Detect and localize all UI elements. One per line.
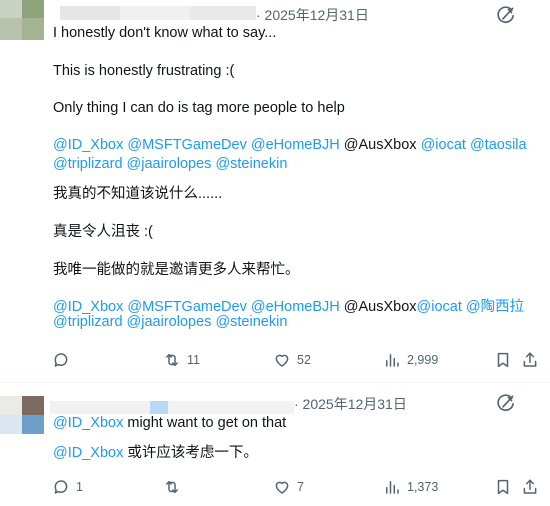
tweet-text-line: @ID_Xbox 或许应该考虑一下。 (53, 441, 258, 462)
reply-button[interactable]: 1 (52, 475, 83, 499)
views-count: 2,999 (407, 353, 439, 367)
mention-link[interactable]: @ID_Xbox (53, 299, 123, 315)
reply-count: 1 (76, 480, 83, 494)
mention-link[interactable]: @ID_Xbox (53, 415, 123, 431)
mention-link[interactable]: @triplizard (53, 156, 123, 172)
retweet-button[interactable]: 11 (163, 348, 200, 372)
avatar-blurred[interactable] (0, 0, 44, 40)
mention-link[interactable]: @MSFTGameDev (127, 137, 246, 153)
mentions-line: @ID_Xbox @MSFTGameDev @eHomeBJH @AusXbox… (53, 137, 527, 153)
tweet-action-bar: 1 7 1,373 (0, 475, 550, 499)
tweet-divider (0, 382, 550, 383)
tweet-text-line: Only thing I can do is tag more people t… (53, 100, 345, 116)
mention-text: @AusXbox (343, 299, 417, 315)
retweet-icon (163, 478, 181, 496)
tweet-text-line: This is honestly frustrating :( (53, 63, 235, 79)
like-icon (273, 478, 291, 496)
share-icon (521, 351, 539, 369)
mention-link[interactable]: @jaairolopes (127, 314, 212, 330)
retweet-button[interactable] (163, 475, 187, 499)
avatar-blurred[interactable] (0, 396, 44, 434)
reply-icon (52, 351, 70, 369)
reply-text: 或许应该考虑一下。 (123, 445, 258, 461)
tweet-text-line: 真是令人沮丧 :( (53, 224, 153, 240)
mention-link[interactable]: @eHomeBJH (251, 299, 340, 315)
tweet-action-bar: 11 52 2,999 (0, 348, 550, 372)
views-button[interactable]: 2,999 (383, 348, 438, 372)
mentions-line: @triplizard @jaairolopes @steinekin (53, 314, 287, 330)
grok-icon[interactable] (496, 5, 516, 25)
display-name-blurred[interactable] (60, 4, 256, 24)
mention-link[interactable]: @jaairolopes (127, 156, 212, 172)
mentions-line: @ID_Xbox @MSFTGameDev @eHomeBJH @AusXbox… (53, 295, 524, 316)
share-icon (521, 478, 539, 496)
mentions-line: @triplizard @jaairolopes @steinekin (53, 156, 287, 172)
like-count: 7 (297, 480, 304, 494)
grok-icon[interactable] (496, 393, 516, 413)
tweet-text-line: @ID_Xbox might want to get on that (53, 415, 286, 431)
mention-link[interactable]: @triplizard (53, 314, 123, 330)
views-icon (383, 351, 401, 369)
like-button[interactable]: 7 (273, 475, 304, 499)
like-icon (273, 351, 291, 369)
bookmark-button[interactable] (494, 475, 512, 499)
mention-text: @AusXbox (343, 137, 417, 153)
mention-link[interactable]: @taosila (470, 137, 527, 153)
like-button[interactable]: 52 (273, 348, 311, 372)
mention-link[interactable]: @eHomeBJH (251, 137, 340, 153)
like-count: 52 (297, 353, 311, 367)
mention-link[interactable]: @ID_Xbox (53, 137, 123, 153)
views-count: 1,373 (407, 480, 439, 494)
bookmark-icon (494, 478, 512, 496)
views-icon (383, 478, 401, 496)
mention-link[interactable]: @steinekin (215, 156, 287, 172)
retweet-count: 11 (187, 353, 200, 367)
mention-link[interactable]: @iocat (417, 299, 462, 315)
tweet-timestamp[interactable]: · 2025年12月31日 (256, 5, 369, 25)
mention-link[interactable]: @steinekin (215, 314, 287, 330)
mention-link[interactable]: @ID_Xbox (53, 445, 123, 461)
mention-link[interactable]: @陶西拉 (466, 299, 524, 315)
tweet-text-line: 我真的不知道该说什么...... (53, 186, 223, 202)
retweet-icon (163, 351, 181, 369)
share-button[interactable] (521, 475, 539, 499)
tweet-timestamp[interactable]: · 2025年12月31日 (294, 394, 407, 414)
share-button[interactable] (521, 348, 539, 372)
bookmark-button[interactable] (494, 348, 512, 372)
mention-link[interactable]: @MSFTGameDev (127, 299, 246, 315)
views-button[interactable]: 1,373 (383, 475, 438, 499)
reply-text: might want to get on that (123, 415, 287, 431)
tweet-text-line: 我唯一能做的就是邀请更多人来帮忙。 (53, 262, 300, 278)
bookmark-icon (494, 351, 512, 369)
tweet-text-line: I honestly don't know what to say... (53, 25, 277, 41)
reply-button[interactable] (52, 348, 76, 372)
mention-link[interactable]: @iocat (421, 137, 466, 153)
reply-icon (52, 478, 70, 496)
